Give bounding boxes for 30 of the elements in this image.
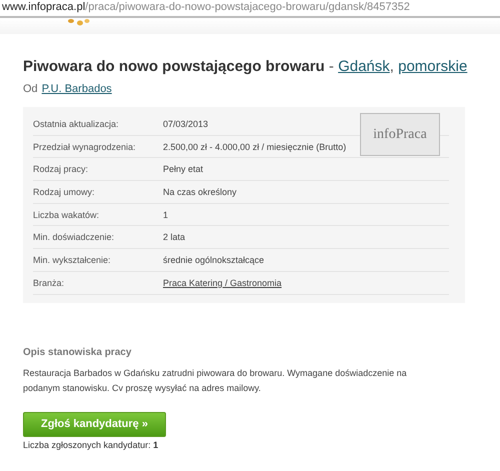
job-title: Piwowara do nowo powstającego browaru bbox=[23, 58, 325, 75]
company-logo: infoPraca bbox=[360, 113, 440, 156]
section-heading: Opis stanowiska pracy bbox=[23, 346, 132, 358]
detail-value: 2 lata bbox=[163, 232, 186, 242]
detail-label: Min. doświadczenie: bbox=[33, 232, 116, 242]
detail-value: średnie ogólnokształcące bbox=[163, 254, 264, 265]
company-link[interactable]: P.U. Barbados bbox=[42, 83, 112, 95]
detail-label: Branża: bbox=[33, 278, 66, 288]
detail-value: 07/03/2013 bbox=[163, 118, 208, 129]
detail-label: Liczba wakatów: bbox=[33, 210, 100, 220]
detail-label: Przedział wynagrodzenia: bbox=[33, 142, 137, 152]
logo-icon bbox=[66, 18, 92, 28]
title-separator: - bbox=[328, 58, 335, 75]
comma: , bbox=[390, 58, 394, 75]
detail-label: Rodzaj pracy: bbox=[33, 164, 90, 174]
from-label: Od bbox=[23, 83, 38, 95]
detail-link[interactable]: Praca Katering / Gastronomia bbox=[163, 278, 282, 288]
url-path: /praca/piwowara-do-nowo-powstajacego-browaru/gdansk/8457352 bbox=[85, 0, 410, 15]
location-link[interactable]: pomorskie bbox=[398, 58, 468, 75]
applications-count: Liczba zgłoszonych kandydatur: 1 bbox=[23, 440, 160, 450]
detail-label: Ostatnia aktualizacja: bbox=[33, 118, 120, 129]
detail-value: 1 bbox=[163, 210, 168, 220]
detail-label: Min. wykształcenie: bbox=[33, 254, 112, 265]
detail-value: Pełny etat bbox=[163, 164, 204, 174]
detail-value: 2.500,00 zł - 4.000,00 zł / miesięcznie (Brutto) bbox=[163, 142, 346, 152]
detail-value: Na czas określony bbox=[163, 186, 237, 197]
description-text: Restauracja Barbados w Gdańsku zatrudni piwowara do browaru. Wymagane doświadczenie na podanym stanowisku. Cv proszę wysyłać na adres mailowy. bbox=[23, 366, 408, 395]
detail-label: Rodzaj umowy: bbox=[33, 186, 96, 197]
url-host: www.infopraca.pl bbox=[2, 0, 86, 15]
location-link[interactable]: Gdańsk bbox=[338, 58, 390, 75]
